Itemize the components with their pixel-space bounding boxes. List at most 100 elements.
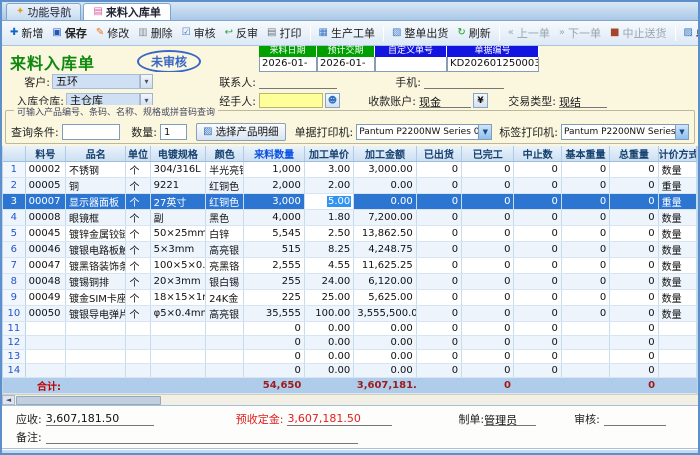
handler-field[interactable] xyxy=(259,93,323,108)
grid-cell[interactable]: 0 xyxy=(416,274,461,290)
grid-cell[interactable]: 0 xyxy=(561,226,609,242)
grid-cell[interactable]: 镀锡铜排 xyxy=(65,274,125,290)
handler-person-icon[interactable]: ☻ xyxy=(325,93,340,108)
table-row[interactable]: 700047镀黑铬装饰条个100×5×0.5mm亮黑铬2,5554.5511,6… xyxy=(3,258,697,274)
grid-cell[interactable]: 数量 xyxy=(658,242,696,258)
grid-cell[interactable] xyxy=(658,364,696,378)
grid-cell[interactable]: 0 xyxy=(244,350,304,364)
grid-cell[interactable]: 13,862.50 xyxy=(354,226,416,242)
grid-cell[interactable]: 50×25mm xyxy=(150,226,205,242)
toolbar-button-querydoc[interactable]: ▨单据查询 xyxy=(680,23,700,43)
grid-cell[interactable]: 25.00 xyxy=(304,290,353,306)
grid-cell[interactable] xyxy=(561,350,609,364)
grid-cell[interactable]: 0 xyxy=(514,226,561,242)
grid-cell[interactable]: 个 xyxy=(126,162,150,178)
grid-cell[interactable]: 0 xyxy=(514,322,561,336)
grid-cell[interactable] xyxy=(126,336,150,350)
grid-cell[interactable]: 0 xyxy=(561,162,609,178)
grid-cell[interactable]: 0 xyxy=(561,274,609,290)
grid-cell[interactable]: 镀锌金属铰链 xyxy=(65,226,125,242)
grid-cell[interactable]: 0 xyxy=(462,226,514,242)
grid-cell[interactable]: 3,555,500.00 xyxy=(354,306,416,322)
grid-cell[interactable]: 0 xyxy=(610,306,658,322)
grid-cell[interactable]: 0 xyxy=(561,258,609,274)
grid-cell[interactable]: 9 xyxy=(3,290,25,306)
grid-cell[interactable]: 0 xyxy=(514,178,561,194)
grid-cell[interactable]: 225 xyxy=(244,290,304,306)
grid-cell[interactable]: 0 xyxy=(244,322,304,336)
grid-cell[interactable]: 0 xyxy=(610,210,658,226)
customer-field[interactable]: 五环 xyxy=(52,74,140,89)
grid-cell[interactable]: 0.00 xyxy=(304,336,353,350)
grid-cell[interactable]: 18×15×1mm xyxy=(150,290,205,306)
expected-date-field[interactable]: 2026-01-25 xyxy=(317,57,375,72)
grid-cell[interactable]: 0 xyxy=(462,274,514,290)
grid-cell[interactable]: 0 xyxy=(416,162,461,178)
grid-cell[interactable]: 0.00 xyxy=(304,350,353,364)
table-row[interactable]: 600046镀银电路板触点个5×3mm高亮银5158.254,248.75000… xyxy=(3,242,697,258)
grid-cell[interactable]: 0 xyxy=(610,194,658,210)
grid-cell[interactable]: 5,625.00 xyxy=(354,290,416,306)
grid-cell[interactable]: 0 xyxy=(462,210,514,226)
grid-cell[interactable]: 11 xyxy=(3,322,25,336)
grid-cell[interactable] xyxy=(150,336,205,350)
grid-cell[interactable]: 13 xyxy=(3,350,25,364)
grid-cell[interactable]: 100.00 xyxy=(304,306,353,322)
grid-cell[interactable]: 0 xyxy=(610,290,658,306)
grid-cell[interactable]: 0 xyxy=(561,210,609,226)
grid-cell[interactable]: 5×3mm xyxy=(150,242,205,258)
grid-cell[interactable] xyxy=(658,350,696,364)
grid-cell[interactable]: 数量 xyxy=(658,290,696,306)
grid-cell[interactable]: 00045 xyxy=(25,226,65,242)
grid-cell[interactable] xyxy=(25,350,65,364)
grid-cell[interactable]: 0 xyxy=(610,364,658,378)
qty-input[interactable]: 1 xyxy=(160,124,187,140)
grid-cell[interactable]: 4.55 xyxy=(304,258,353,274)
grid-cell[interactable]: 3.00 xyxy=(304,162,353,178)
table-row[interactable]: 100002不锈钢个304/316L半光亮镍1,0003.003,000.000… xyxy=(3,162,697,178)
grid-cell[interactable]: 0 xyxy=(514,242,561,258)
grid-cell[interactable]: 眼镜框 xyxy=(65,210,125,226)
grid-cell[interactable]: 个 xyxy=(126,290,150,306)
grid-cell[interactable] xyxy=(561,336,609,350)
grid-cell[interactable]: 镀黑铬装饰条 xyxy=(65,258,125,274)
grid-cell[interactable]: 0.00 xyxy=(354,336,416,350)
grid-cell[interactable]: 2.00 xyxy=(304,178,353,194)
grid-cell[interactable]: 0 xyxy=(416,290,461,306)
select-products-button[interactable]: ▨ 选择产品明细 xyxy=(196,123,285,141)
grid-cell[interactable]: 银白锡 xyxy=(206,274,244,290)
grid-cell[interactable]: 0 xyxy=(610,178,658,194)
grid-cell[interactable]: 0 xyxy=(610,350,658,364)
grid-cell[interactable]: 4,248.75 xyxy=(354,242,416,258)
grid-cell[interactable]: 白锌 xyxy=(206,226,244,242)
grid-cell[interactable]: 00047 xyxy=(25,258,65,274)
grid-cell[interactable]: 11,625.25 xyxy=(354,258,416,274)
grid-cell[interactable]: 0 xyxy=(416,210,461,226)
grid-cell[interactable]: 数量 xyxy=(658,274,696,290)
toolbar-button-save[interactable]: ▣保存 xyxy=(48,23,90,43)
grid-cell[interactable]: φ5×0.4mm xyxy=(150,306,205,322)
grid-cell[interactable]: 个 xyxy=(126,210,150,226)
grid-cell[interactable]: 红铜色 xyxy=(206,178,244,194)
grid-cell[interactable]: 14 xyxy=(3,364,25,378)
grid-cell[interactable]: 0 xyxy=(462,162,514,178)
toolbar-button-pencil[interactable]: ✎修改 xyxy=(92,23,133,43)
grid-cell[interactable]: 6,120.00 xyxy=(354,274,416,290)
grid-cell[interactable]: 100×5×0.5mm xyxy=(150,258,205,274)
grid-cell[interactable] xyxy=(658,336,696,350)
grid-cell[interactable]: 2.50 xyxy=(304,226,353,242)
grid-cell[interactable]: 0 xyxy=(416,194,461,210)
grid-cell[interactable]: 0 xyxy=(416,336,461,350)
horizontal-scrollbar[interactable]: ◄ xyxy=(2,394,698,405)
grid-cell[interactable]: 00046 xyxy=(25,242,65,258)
yen-icon[interactable]: ¥ xyxy=(473,93,488,108)
grid-cell[interactable]: 个 xyxy=(126,242,150,258)
grid-cell[interactable]: 9221 xyxy=(150,178,205,194)
grid-cell[interactable] xyxy=(126,350,150,364)
grid-cell[interactable]: 1,000 xyxy=(244,162,304,178)
tab-function-nav[interactable]: ✦ 功能导航 xyxy=(6,3,81,20)
grid-cell[interactable]: 0 xyxy=(416,242,461,258)
grid-cell[interactable]: 00005 xyxy=(25,178,65,194)
grid-cell[interactable]: 0 xyxy=(462,322,514,336)
toolbar-button-next[interactable]: »下一单 xyxy=(555,23,605,43)
